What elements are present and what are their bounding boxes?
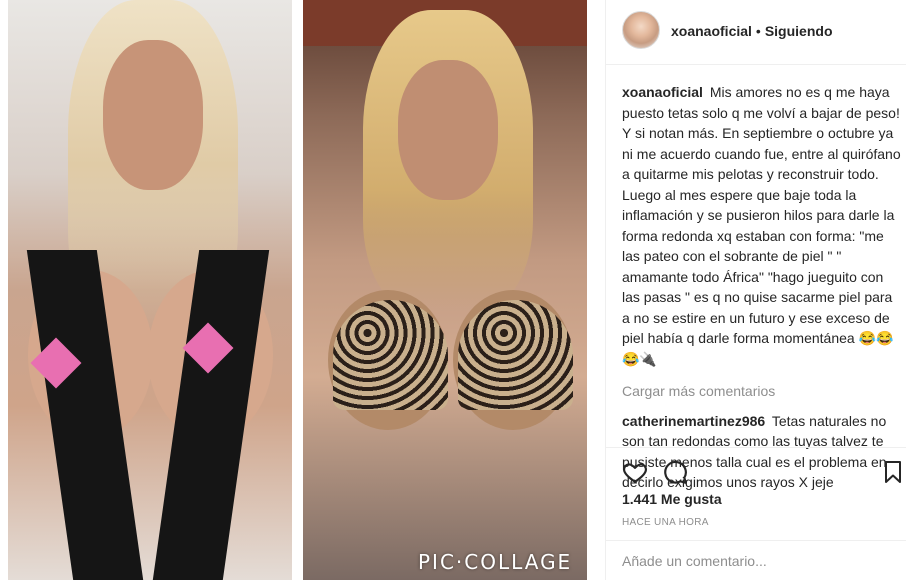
comment-username[interactable]: xoanaoficial bbox=[622, 84, 703, 100]
separator-dot: • bbox=[755, 23, 761, 39]
comment-icon[interactable] bbox=[662, 459, 688, 485]
post-header: xoanaoficial • Siguiendo bbox=[606, 0, 906, 65]
add-comment-bar bbox=[606, 540, 906, 581]
comment-input[interactable] bbox=[622, 553, 882, 569]
post-media[interactable]: PIC·COLLAGE bbox=[0, 0, 605, 580]
comment-text: Mis amores no es q me haya puesto tetas … bbox=[622, 84, 901, 367]
collage-photo-left bbox=[8, 0, 292, 580]
follow-status-button[interactable]: Siguiendo bbox=[765, 23, 833, 39]
collage-photo-right: PIC·COLLAGE bbox=[303, 0, 587, 580]
comment-username[interactable]: catherinemartinez986 bbox=[622, 413, 765, 429]
avatar[interactable] bbox=[622, 11, 660, 49]
caption-comment: xoanaoficial Mis amores no es q me haya … bbox=[622, 82, 902, 369]
post-timestamp[interactable]: HACE UNA HORA bbox=[622, 517, 709, 528]
collage-watermark: PIC·COLLAGE bbox=[418, 550, 573, 574]
header-user-line: xoanaoficial • Siguiendo bbox=[671, 23, 833, 39]
load-more-comments[interactable]: Cargar más comentarios bbox=[622, 381, 902, 402]
heart-icon[interactable] bbox=[622, 459, 648, 485]
bookmark-icon[interactable] bbox=[883, 459, 903, 485]
post-side-panel: xoanaoficial • Siguiendo xoanaoficial Mis … bbox=[606, 0, 906, 580]
likes-count[interactable]: 1.441 Me gusta bbox=[622, 491, 722, 507]
header-username[interactable]: xoanaoficial bbox=[671, 23, 752, 39]
comments-list: xoanaoficial Mis amores no es q me haya … bbox=[622, 82, 902, 497]
